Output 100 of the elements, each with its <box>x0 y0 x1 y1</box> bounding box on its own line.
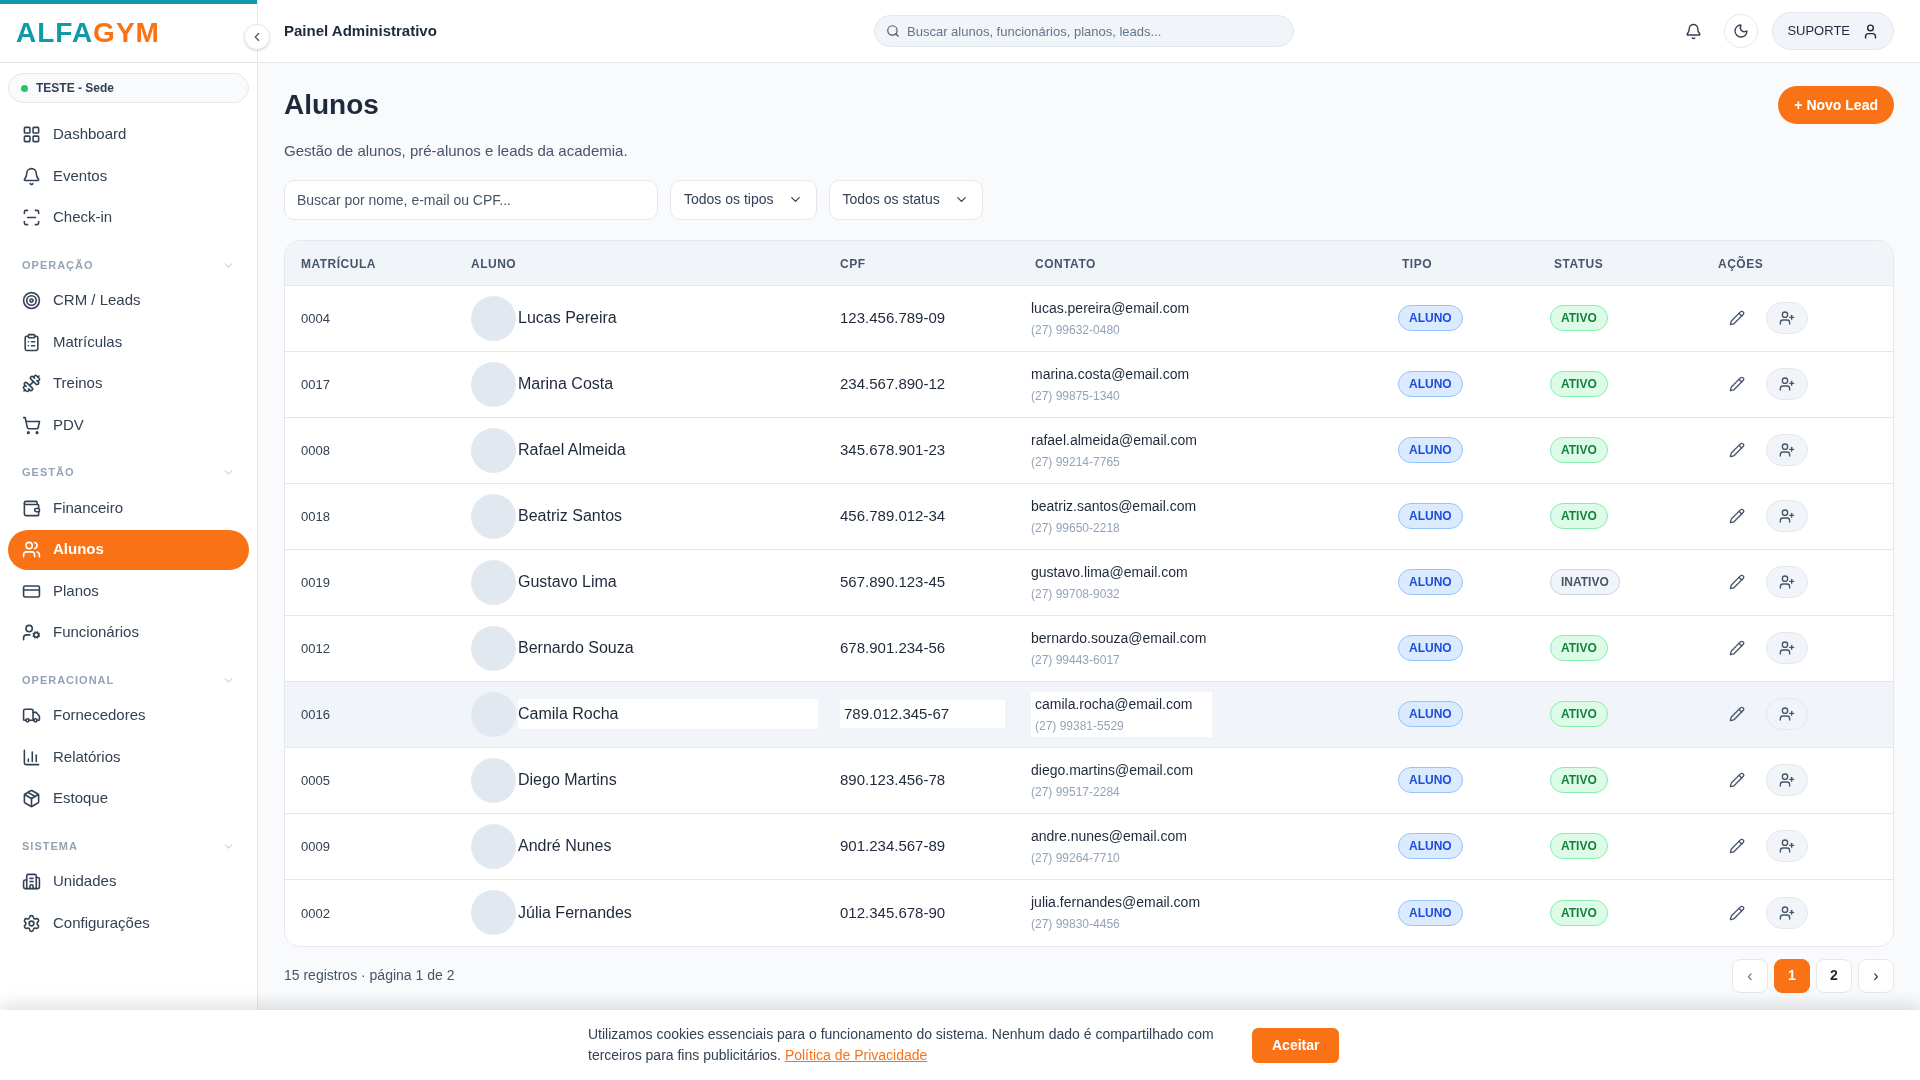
table-cell-text: 890.123.456-78 <box>840 770 946 790</box>
support-button[interactable]: SUPORTE <box>1772 12 1894 50</box>
search-field[interactable]: Buscar alunos, funcionários, planos, leads... <box>874 15 1294 47</box>
unit-label: TESTE - Sede <box>36 80 115 97</box>
bell-icon <box>22 166 41 186</box>
column-header: AÇÕES <box>1718 256 1764 271</box>
avatar <box>471 625 516 671</box>
status-dropdown[interactable]: Todos os status <box>828 179 983 220</box>
table-row[interactable]: 0016 Camila Rocha 789.012.345-67 camila.rocha@email.com (27) 99381-5529 ALUNO ATIVO <box>285 681 1893 748</box>
nav-item[interactable]: Unidades <box>8 861 249 902</box>
nav-item[interactable]: Dashboard <box>8 114 249 155</box>
table-cell: 0017 <box>301 377 330 392</box>
table-cell: 0018 <box>301 509 330 524</box>
column-header: CONTATO <box>1035 256 1096 271</box>
status-badge: ATIVO <box>1550 899 1608 926</box>
nav-item[interactable]: Treinos <box>8 363 249 404</box>
nav-item[interactable]: Eventos <box>8 156 249 196</box>
page-title: Alunos <box>284 88 379 122</box>
add-user-button[interactable] <box>1766 434 1808 466</box>
pencil-icon <box>1729 772 1745 788</box>
previous-page-button[interactable]: ‹ <box>1732 958 1768 993</box>
page-subtitle: Gestão de alunos, pré-alunos e leads da academia. <box>284 141 629 161</box>
status-badge: ATIVO <box>1550 503 1608 529</box>
email-text: diego.martins@email.com <box>1031 760 1194 780</box>
add-user-button[interactable] <box>1766 764 1808 796</box>
student-name: Beatriz Santos <box>518 506 623 526</box>
table-cell: 0004 <box>301 311 330 326</box>
add-user-button[interactable] <box>1766 566 1808 598</box>
nav-item[interactable]: Matrículas <box>8 322 249 362</box>
student-name: Bernardo Souza <box>518 638 634 658</box>
status-badge: ATIVO <box>1550 833 1608 859</box>
email-text: marina.costa@email.com <box>1031 364 1190 384</box>
type-badge: ALUNO <box>1398 635 1463 661</box>
add-user-button[interactable] <box>1766 500 1808 532</box>
nav-item[interactable]: CRM / Leads <box>8 280 249 321</box>
cart-icon <box>22 415 41 435</box>
status-badge: ATIVO <box>1550 437 1608 463</box>
page-button[interactable]: 2 <box>1816 958 1852 993</box>
student-name: Lucas Pereira <box>518 308 617 328</box>
section-title: OPERAÇÃO <box>22 257 94 273</box>
student-name: Camila Rocha <box>518 699 818 729</box>
dumbbell-icon <box>22 374 41 393</box>
table-cell-text: 678.901.234-56 <box>840 638 946 658</box>
nav-item[interactable]: Check-in <box>8 197 249 238</box>
nav-item[interactable]: Estoque <box>8 778 249 819</box>
bell-icon <box>1684 22 1702 40</box>
avatar <box>471 295 516 341</box>
email-text: beatriz.santos@email.com <box>1031 496 1197 516</box>
header-title: Painel Administrativo <box>284 20 438 41</box>
add-user-button[interactable] <box>1766 302 1808 334</box>
phone-text: (27) 99650-2218 <box>1031 519 1121 537</box>
add-user-button[interactable] <box>1766 830 1808 862</box>
student-name: Diego Martins <box>518 770 617 790</box>
email-text: camila.rocha@email.com <box>1035 694 1193 714</box>
section-title: OPERACIONAL <box>22 672 115 688</box>
student-name: Marina Costa <box>518 374 614 394</box>
section-title: SISTEMA <box>22 838 78 854</box>
phone-text: (27) 99264-7710 <box>1031 849 1121 867</box>
student-name: Júlia Fernandes <box>518 902 632 923</box>
type-dropdown[interactable]: Todos os tipos <box>670 179 817 220</box>
add-user-button[interactable] <box>1766 698 1808 730</box>
email-text: andre.nunes@email.com <box>1031 826 1187 846</box>
student-search-field[interactable]: Buscar por nome, e-mail ou CPF... <box>284 179 658 220</box>
nav-item[interactable]: Financeiro <box>8 488 249 528</box>
add-user-button[interactable] <box>1766 896 1808 929</box>
unit-selector[interactable]: TESTE - Sede <box>8 73 249 103</box>
nav-item[interactable]: PDV <box>8 405 249 445</box>
grid-icon <box>22 125 41 144</box>
type-badge: ALUNO <box>1398 569 1463 595</box>
avatar <box>471 427 516 473</box>
next-page-button[interactable]: › <box>1858 958 1894 993</box>
nav-item[interactable]: Fornecedores <box>8 695 249 736</box>
nav-item[interactable]: Configurações <box>8 903 249 943</box>
table-cell-text: 234.567.890-12 <box>840 374 946 394</box>
users-icon <box>22 540 41 559</box>
pencil-icon <box>1729 574 1745 590</box>
nav-item[interactable]: Relatórios <box>8 737 249 777</box>
table-cell: 0016 <box>301 707 330 722</box>
user-plus-icon <box>1779 442 1795 458</box>
type-badge: ALUNO <box>1398 701 1463 727</box>
phone-text: (27) 99632-0480 <box>1031 321 1121 339</box>
phone-text: (27) 99517-2284 <box>1031 783 1121 801</box>
moon-icon <box>1733 23 1750 39</box>
section-title: GESTÃO <box>22 465 75 481</box>
user-icon <box>1862 22 1879 40</box>
avatar <box>471 823 516 869</box>
records-summary: 15 registros · página 1 de 2 <box>284 966 455 985</box>
avatar <box>471 493 516 539</box>
table-cell: 0008 <box>301 443 330 458</box>
cookie-message: Utilizamos cookies essenciais para o funcionamento do sistema. Nenhum dado é compartilhado com terceiros para fins publicitários. Política de Privacidade <box>588 1025 1214 1065</box>
table-cell: 0019 <box>301 575 330 590</box>
phone-text: (27) 99214-7765 <box>1031 453 1121 471</box>
nav-item[interactable]: Planos <box>8 571 249 611</box>
add-user-button[interactable] <box>1766 632 1808 664</box>
package-icon <box>22 789 41 808</box>
email-text: julia.fernandes@email.com <box>1031 893 1201 912</box>
status-badge: ATIVO <box>1550 371 1608 397</box>
nav-item[interactable]: Funcionários <box>8 612 249 653</box>
add-user-button[interactable] <box>1766 368 1808 400</box>
column-header: ALUNO <box>471 256 517 271</box>
